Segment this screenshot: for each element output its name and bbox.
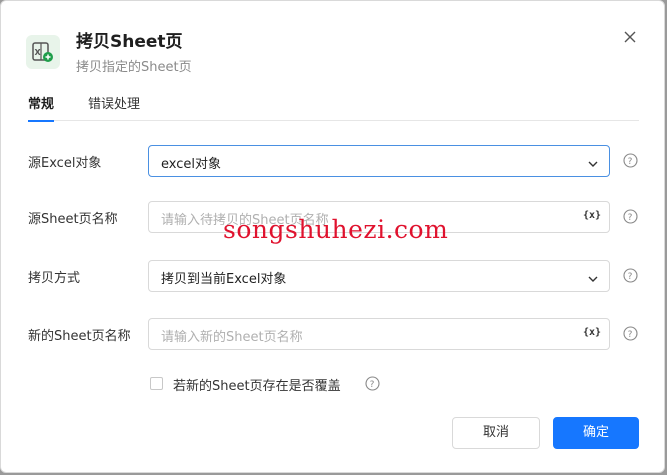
copy-sheet-dialog: X 拷贝Sheet页 拷贝指定的Sheet页 常规 错误处理 源Excel对象 … (0, 0, 665, 473)
copy-mode-select[interactable]: 拷贝到当前Excel对象 (148, 260, 610, 292)
source-sheet-label: 源Sheet页名称 (28, 212, 118, 227)
variable-icon[interactable]: {x} (583, 210, 601, 221)
tab-bar: 常规 错误处理 (28, 93, 639, 122)
overwrite-checkbox[interactable] (150, 377, 163, 390)
overwrite-label[interactable]: 若新的Sheet页存在是否覆盖 (173, 375, 341, 394)
watermark-text: songshuhezi.com (223, 215, 449, 244)
excel-copy-icon: X (26, 35, 60, 69)
new-sheet-placeholder: 请输入新的Sheet页名称 (161, 330, 303, 345)
dialog-title: 拷贝Sheet页 (76, 32, 183, 52)
svg-text:?: ? (628, 157, 633, 167)
copy-mode-label: 拷贝方式 (28, 271, 81, 286)
svg-text:?: ? (370, 380, 375, 390)
new-sheet-input[interactable]: 请输入新的Sheet页名称 {x} (148, 318, 610, 350)
variable-icon[interactable]: {x} (583, 327, 601, 338)
confirm-button[interactable]: 确定 (553, 417, 639, 449)
cancel-button[interactable]: 取消 (452, 417, 540, 449)
copy-mode-value: 拷贝到当前Excel对象 (161, 272, 287, 287)
svg-text:?: ? (628, 272, 633, 282)
tab-general[interactable]: 常规 (28, 93, 55, 122)
chevron-down-icon (587, 270, 599, 289)
help-icon[interactable]: ? (623, 209, 638, 224)
source-excel-label: 源Excel对象 (28, 156, 102, 171)
svg-text:X: X (35, 48, 42, 57)
tab-error-handling[interactable]: 错误处理 (88, 93, 140, 112)
source-excel-select[interactable]: excel对象 (148, 145, 610, 177)
help-icon[interactable]: ? (365, 376, 380, 391)
close-icon[interactable] (621, 28, 639, 46)
svg-text:?: ? (628, 330, 633, 340)
help-icon[interactable]: ? (623, 268, 638, 283)
new-sheet-label: 新的Sheet页名称 (28, 329, 131, 344)
source-excel-value: excel对象 (161, 157, 221, 172)
svg-text:?: ? (628, 213, 633, 223)
dialog-subtitle: 拷贝指定的Sheet页 (76, 60, 192, 75)
help-icon[interactable]: ? (623, 153, 638, 168)
chevron-down-icon (587, 155, 599, 174)
help-icon[interactable]: ? (623, 326, 638, 341)
